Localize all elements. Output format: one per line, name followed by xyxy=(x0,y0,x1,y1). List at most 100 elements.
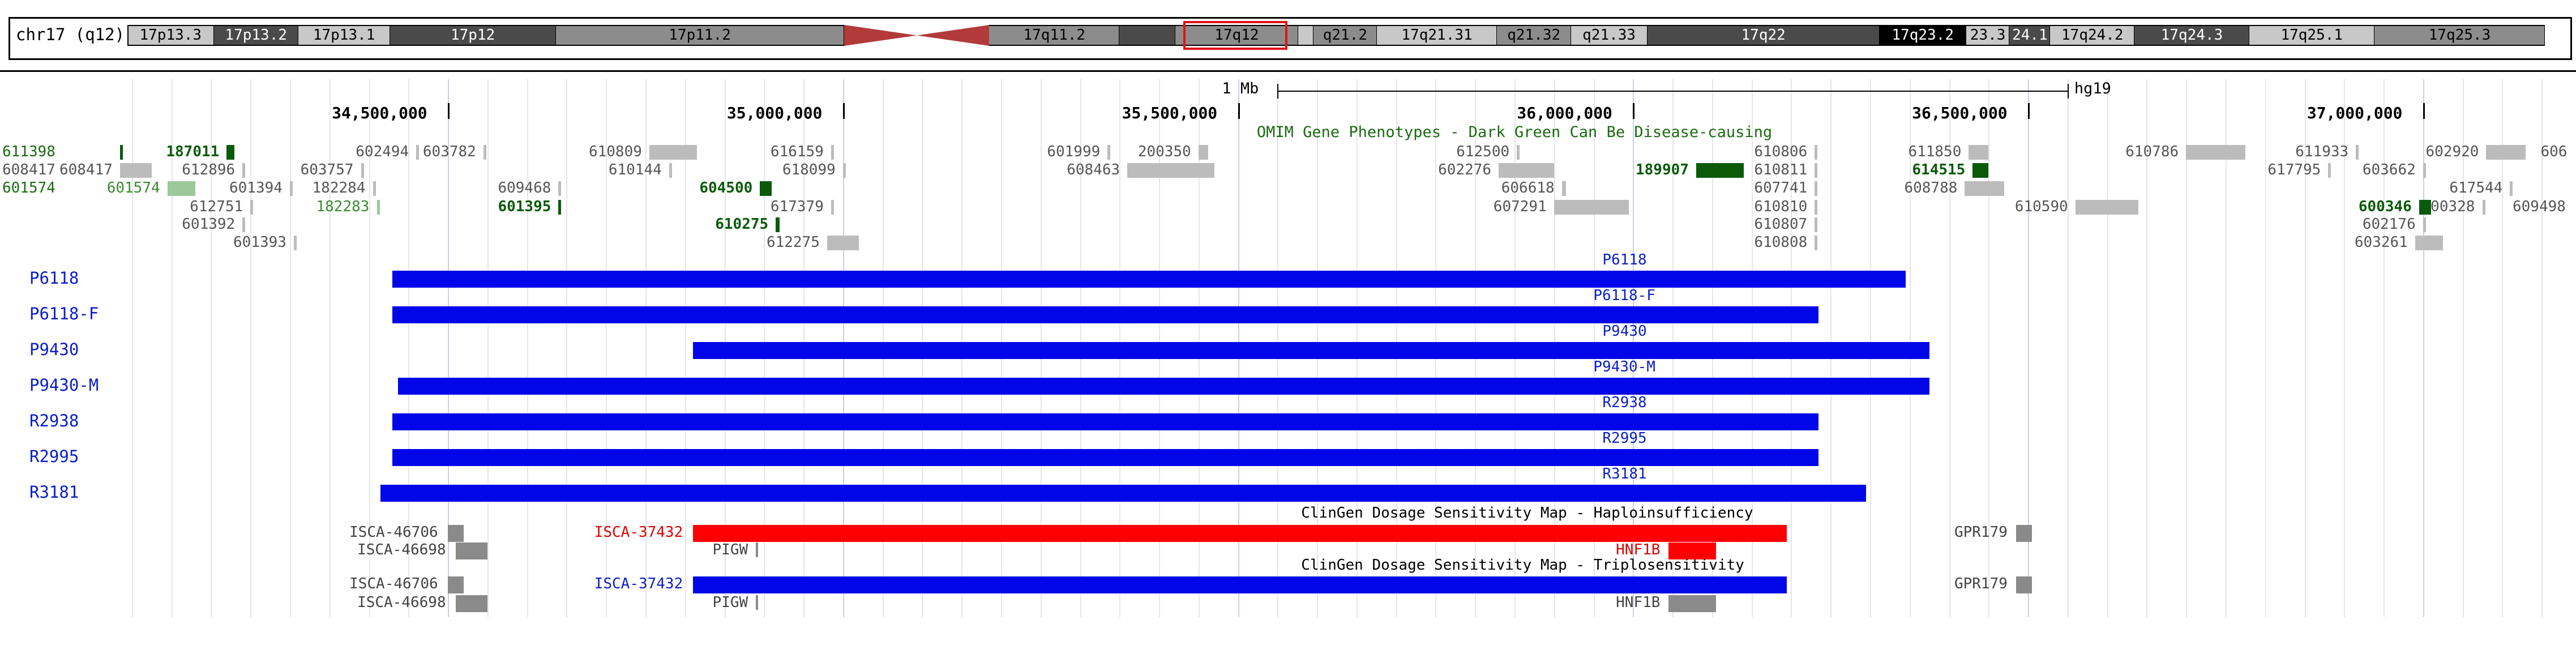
omim-gene-label[interactable]: 606 xyxy=(2541,143,2568,160)
omim-gene-box[interactable] xyxy=(2075,200,2139,215)
omim-gene-box[interactable] xyxy=(293,236,297,250)
omim-gene-box[interactable] xyxy=(250,200,254,215)
omim-gene-box[interactable] xyxy=(649,145,697,160)
omim-gene-box[interactable] xyxy=(2419,200,2431,215)
omim-gene-box[interactable] xyxy=(2486,145,2526,160)
clingen-region[interactable] xyxy=(2016,525,2032,542)
track-side-label[interactable]: R2938 xyxy=(0,411,102,430)
omim-gene-box[interactable] xyxy=(1198,145,1208,160)
omim-gene-label[interactable]: 182283 xyxy=(316,198,370,215)
omim-gene-box[interactable] xyxy=(416,145,420,160)
track-side-label[interactable]: P6118 xyxy=(0,268,102,288)
omim-gene-label[interactable]: 610808 xyxy=(1754,234,1807,251)
omim-gene-box[interactable] xyxy=(842,163,846,178)
track-side-label[interactable]: P9430 xyxy=(0,340,102,359)
omim-gene-label[interactable]: 601393 xyxy=(233,234,286,251)
omim-gene-box[interactable] xyxy=(226,145,235,160)
omim-gene-box[interactable] xyxy=(1815,236,1818,250)
omim-gene-label[interactable]: 609468 xyxy=(498,180,551,196)
cnv-bar[interactable] xyxy=(380,485,1867,502)
omim-gene-box[interactable] xyxy=(776,217,780,232)
omim-gene-label[interactable]: 608788 xyxy=(1904,180,1957,196)
clingen-region-label[interactable]: GPR179 xyxy=(1954,575,2008,592)
omim-gene-box[interactable] xyxy=(361,163,364,178)
omim-gene-box[interactable] xyxy=(2186,145,2245,160)
omim-gene-box[interactable] xyxy=(831,145,834,160)
omim-gene-box[interactable] xyxy=(1815,181,1818,196)
clingen-region-label[interactable]: ISCA-37432 xyxy=(594,524,683,541)
omim-gene-label[interactable]: 617795 xyxy=(2267,161,2321,178)
omim-gene-box[interactable] xyxy=(373,181,376,196)
clingen-region[interactable] xyxy=(692,576,1787,593)
omim-gene-label[interactable]: 618099 xyxy=(782,161,836,178)
omim-gene-box[interactable] xyxy=(2328,163,2331,178)
omim-gene-label[interactable]: 601395 xyxy=(498,198,551,215)
centromere-band[interactable] xyxy=(844,25,990,46)
omim-gene-box[interactable] xyxy=(119,145,123,160)
omim-gene-box[interactable] xyxy=(2482,200,2485,215)
clingen-region[interactable] xyxy=(2016,576,2032,593)
omim-gene-label[interactable]: 608463 xyxy=(1067,161,1120,178)
omim-gene-label[interactable]: 610786 xyxy=(2125,143,2179,160)
omim-gene-box[interactable] xyxy=(376,200,380,215)
omim-gene-label[interactable]: 610806 xyxy=(1754,143,1807,160)
cnv-bar[interactable] xyxy=(392,271,1906,288)
omim-gene-label[interactable]: 614515 xyxy=(1912,161,1965,178)
omim-gene-box[interactable] xyxy=(1554,200,1629,215)
clingen-region-label[interactable]: ISCA-46698 xyxy=(357,541,446,558)
omim-gene-label[interactable]: 607741 xyxy=(1754,180,1807,196)
omim-gene-label[interactable]: 601999 xyxy=(1047,143,1100,160)
clingen-region[interactable] xyxy=(692,525,1787,542)
omim-gene-box[interactable] xyxy=(558,181,562,196)
omim-gene-label[interactable]: 617544 xyxy=(2449,180,2502,196)
omim-gene-box[interactable] xyxy=(1561,181,1566,196)
omim-gene-label[interactable]: 609498 xyxy=(2513,198,2566,215)
omim-gene-label[interactable]: 611850 xyxy=(1908,143,1961,160)
omim-gene-box[interactable] xyxy=(2415,236,2443,250)
omim-gene-label[interactable]: 200350 xyxy=(1138,143,1191,160)
clingen-region[interactable] xyxy=(448,525,464,542)
clingen-region-label[interactable]: ISCA-46698 xyxy=(357,594,446,611)
omim-gene-box[interactable] xyxy=(167,181,195,196)
ideogram-band[interactable] xyxy=(1298,25,1313,46)
omim-gene-box[interactable] xyxy=(1517,145,1520,160)
omim-gene-label[interactable]: 610144 xyxy=(609,161,662,178)
clingen-region[interactable] xyxy=(1668,595,1716,612)
ideogram-band[interactable] xyxy=(1119,25,1176,46)
clingen-region[interactable] xyxy=(756,542,759,557)
omim-gene-label[interactable]: 610807 xyxy=(1754,216,1807,233)
omim-gene-box[interactable] xyxy=(558,200,562,215)
omim-gene-box[interactable] xyxy=(483,145,486,160)
track-side-label[interactable]: P9430-M xyxy=(0,375,102,395)
omim-gene-label[interactable]: 189907 xyxy=(1636,161,1689,178)
omim-gene-label[interactable]: 610275 xyxy=(715,216,768,233)
omim-gene-label[interactable]: 610811 xyxy=(1754,161,1807,178)
omim-gene-label[interactable]: 603782 xyxy=(423,143,476,160)
omim-gene-label[interactable]: 602920 xyxy=(2425,143,2479,160)
cnv-bar[interactable] xyxy=(692,342,1929,359)
clingen-region-label[interactable]: PIGW xyxy=(713,594,748,611)
omim-gene-box[interactable] xyxy=(119,163,152,178)
omim-gene-box[interactable] xyxy=(760,181,772,196)
omim-gene-label[interactable]: 603662 xyxy=(2363,161,2416,178)
omim-gene-box[interactable] xyxy=(1815,145,1818,160)
omim-gene-label[interactable]: 602276 xyxy=(1438,161,1491,178)
clingen-region[interactable] xyxy=(456,542,487,559)
clingen-region[interactable] xyxy=(756,595,759,610)
omim-gene-label[interactable]: 601394 xyxy=(229,180,283,196)
omim-gene-label[interactable]: 607291 xyxy=(1494,198,1547,215)
omim-gene-label[interactable]: 612500 xyxy=(1456,143,1509,160)
omim-gene-box[interactable] xyxy=(831,200,834,215)
clingen-region-label[interactable]: ISCA-46706 xyxy=(349,524,438,541)
omim-gene-box[interactable] xyxy=(242,163,246,178)
omim-gene-box[interactable] xyxy=(1965,181,2005,196)
clingen-region[interactable] xyxy=(448,576,464,593)
omim-gene-label[interactable]: 603261 xyxy=(2355,234,2408,251)
cnv-bar[interactable] xyxy=(392,449,1819,466)
omim-gene-box[interactable] xyxy=(2510,181,2513,196)
omim-gene-box[interactable] xyxy=(1972,163,1989,178)
omim-gene-box[interactable] xyxy=(2356,145,2359,160)
omim-gene-box[interactable] xyxy=(2423,163,2426,178)
omim-gene-label[interactable]: 612751 xyxy=(190,198,243,215)
cnv-bar[interactable] xyxy=(392,413,1819,430)
